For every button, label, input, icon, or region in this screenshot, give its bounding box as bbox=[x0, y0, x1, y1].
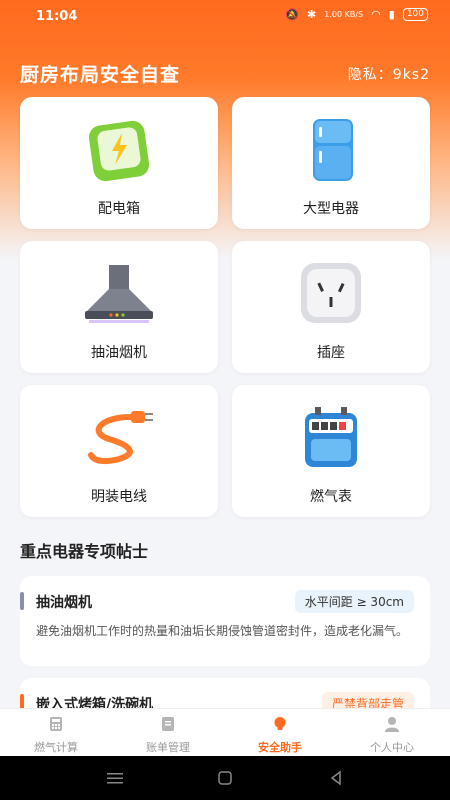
card-range-hood[interactable]: 抽油烟机 bbox=[20, 241, 218, 373]
battery-icon: 100 bbox=[402, 8, 428, 21]
tab-label: 个人中心 bbox=[370, 741, 414, 754]
home-icon[interactable] bbox=[217, 770, 233, 786]
range-hood-icon bbox=[85, 265, 153, 323]
section-title: 重点电器专项帖士 bbox=[20, 542, 149, 561]
status-time: 11:04 bbox=[36, 9, 78, 24]
card-exposed-wires[interactable]: 明装电线 bbox=[20, 385, 218, 517]
signal-icon: ▮ bbox=[388, 8, 395, 21]
tab-bill-management[interactable]: 账单管理 bbox=[112, 709, 224, 757]
net-speed: 1.00 KB/S bbox=[324, 10, 364, 19]
card-label: 燃气表 bbox=[310, 489, 352, 505]
card-label: 大型电器 bbox=[303, 201, 359, 217]
distribution-box-icon bbox=[88, 120, 150, 182]
bluetooth-icon: ✱ bbox=[307, 8, 317, 21]
tip-card-range-hood[interactable]: 抽油烟机 水平间距 ≥ 30cm 避免油烟机工作时的热量和油垢长期侵蚀管道密封件… bbox=[20, 576, 430, 666]
refrigerator-icon bbox=[313, 119, 353, 181]
mute-icon: 🔕 bbox=[285, 8, 300, 21]
card-label: 明装电线 bbox=[91, 489, 147, 505]
privacy-link[interactable]: 隐私：9ks2 bbox=[348, 64, 430, 84]
status-icons: 🔕 ✱ 1.00 KB/S ◠ ▮ 100 bbox=[285, 8, 428, 21]
socket-icon bbox=[301, 263, 361, 323]
tab-personal-center[interactable]: 个人中心 bbox=[336, 709, 448, 757]
card-label: 插座 bbox=[317, 345, 345, 361]
back-icon[interactable] bbox=[328, 770, 344, 786]
tab-safety-assistant[interactable]: 安全助手 bbox=[224, 709, 336, 757]
bottom-tab-bar: 燃气计算 账单管理 安全助手 个人中心 bbox=[0, 708, 450, 757]
calculator-icon bbox=[50, 717, 62, 731]
card-socket[interactable]: 插座 bbox=[232, 241, 430, 373]
gas-meter-icon bbox=[305, 407, 357, 467]
tip-description: 避免油烟机工作时的热量和油垢长期侵蚀管道密封件，造成老化漏气。 bbox=[36, 624, 409, 638]
tab-gas-calculation[interactable]: 燃气计算 bbox=[0, 709, 112, 757]
tab-label: 安全助手 bbox=[258, 741, 302, 754]
system-nav-bar bbox=[0, 756, 450, 800]
card-gas-meter[interactable]: 燃气表 bbox=[232, 385, 430, 517]
bulb-icon bbox=[274, 717, 286, 730]
card-label: 抽油烟机 bbox=[91, 345, 147, 361]
card-large-appliances[interactable]: 大型电器 bbox=[232, 97, 430, 229]
card-distribution-box[interactable]: 配电箱 bbox=[20, 97, 218, 229]
wifi-icon: ◠ bbox=[371, 8, 381, 21]
menu-icon[interactable] bbox=[106, 771, 124, 785]
bill-icon bbox=[162, 717, 174, 731]
page-title: 厨房布局安全自查 bbox=[20, 64, 181, 86]
tip-badge: 水平间距 ≥ 30cm bbox=[294, 590, 414, 613]
person-icon bbox=[385, 717, 399, 732]
page-header: 厨房布局安全自查 隐私：9ks2 bbox=[20, 60, 430, 90]
tip-accent-bar bbox=[20, 592, 24, 610]
tab-label: 燃气计算 bbox=[34, 741, 78, 754]
card-label: 配电箱 bbox=[98, 201, 140, 217]
tab-label: 账单管理 bbox=[146, 741, 190, 754]
tip-name: 抽油烟机 bbox=[36, 595, 92, 611]
status-bar: 11:04 🔕 ✱ 1.00 KB/S ◠ ▮ 100 bbox=[0, 0, 450, 32]
cable-icon bbox=[88, 411, 153, 465]
